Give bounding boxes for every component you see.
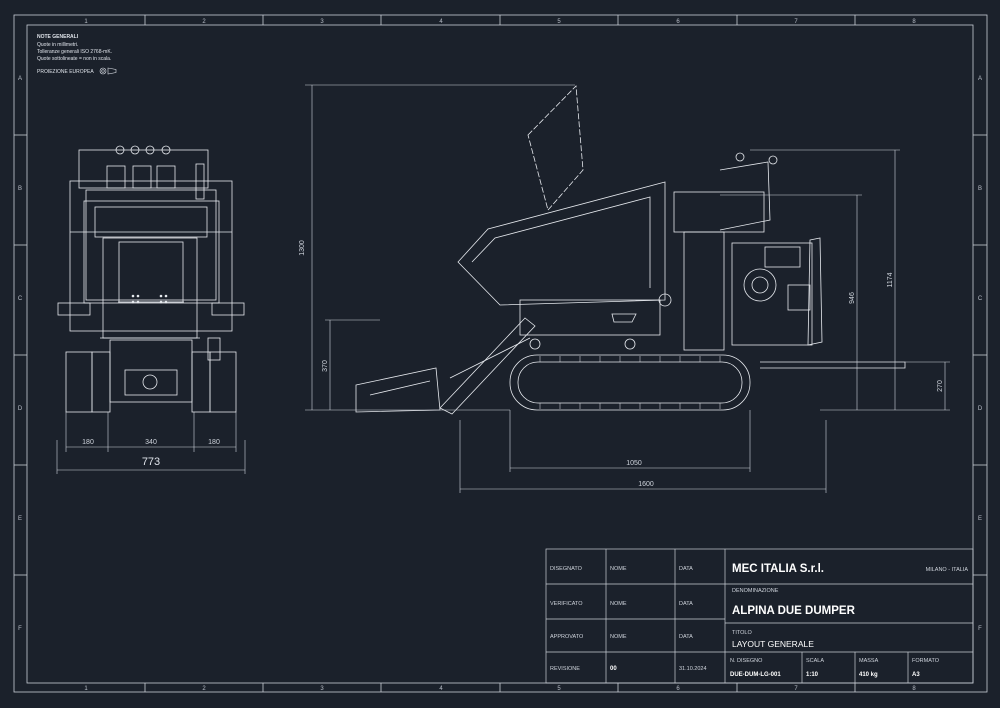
grid-column-label: 2 [202, 686, 206, 692]
grid-row-label: F [18, 626, 22, 632]
dim-total-length: 1600 [638, 481, 654, 488]
grid-row-label: E [978, 516, 982, 522]
grid-row-label: A [978, 76, 982, 82]
grid-labels: 1 1 2 2 3 3 4 4 5 5 6 6 7 7 8 8 A A B B C C D D E E F F [18, 19, 983, 692]
dim-front-right: 180 [208, 439, 220, 446]
format-value: A3 [912, 672, 920, 678]
projection-label: PROIEZIONE EUROPEA [37, 69, 94, 75]
disegnato-data: DATA [679, 566, 693, 572]
notes-line: Quote in millimetri. [37, 42, 78, 48]
dim-front-total: 773 [142, 456, 160, 468]
sheet-frame [13, 14, 988, 693]
revisione-value: 00 [610, 666, 617, 672]
technical-drawing: 1 1 2 2 3 3 4 4 5 5 6 6 7 7 8 8 A A B B C C D D E E F F NOTE GENERA… [13, 14, 988, 693]
titolo-label: TITOLO [732, 630, 752, 636]
track-lugs [539, 356, 721, 409]
grid-row-label: E [18, 516, 22, 522]
projection-symbol-icon [99, 67, 117, 75]
general-notes: NOTE GENERALI Quote in millimetri. Tolle… [37, 34, 117, 75]
company-location: MILANO - ITALIA [926, 567, 969, 573]
grid-column-label: 7 [794, 686, 798, 692]
dim-height-handle: 946 [849, 292, 856, 304]
revisione-label: REVISIONE [550, 666, 580, 672]
grid-column-label: 8 [912, 19, 916, 25]
drawing-title: LAYOUT GENERALE [732, 639, 814, 649]
grid-column-label: 2 [202, 19, 206, 25]
verificato-nome: NOME [610, 601, 627, 607]
n-disegno-label: N. DISEGNO [730, 658, 763, 664]
denominazione-label: DENOMINAZIONE [732, 588, 779, 594]
drawing-number: DUE-DUM-LG-001 [730, 672, 781, 678]
revisione-date: 31.10.2024 [679, 666, 707, 672]
approvato-nome: NOME [610, 634, 627, 640]
company-name: MEC ITALIA S.r.l. [732, 563, 824, 575]
grid-column-label: 5 [557, 19, 561, 25]
mass-value: 410 kg [859, 672, 878, 678]
scale-value: 1:10 [806, 672, 819, 678]
grid-row-label: D [978, 406, 983, 412]
approvato-label: APPROVATO [550, 634, 584, 640]
grid-column-label: 1 [84, 686, 88, 692]
side-dimension-lines [305, 84, 950, 493]
verificato-data: DATA [679, 601, 693, 607]
grid-column-label: 6 [676, 686, 680, 692]
disegnato-label: DISEGNATO [550, 566, 583, 572]
grid-column-label: 3 [320, 19, 324, 25]
grid-row-label: B [978, 186, 982, 192]
verificato-label: VERIFICATO [550, 601, 583, 607]
dim-track-length: 1050 [626, 460, 642, 467]
grid-row-label: C [978, 296, 983, 302]
grid-column-label: 8 [912, 686, 916, 692]
side-view [355, 85, 906, 415]
grid-row-label: F [978, 626, 982, 632]
notes-line: Tolleranze generali ISO 2768-mK. [37, 49, 112, 55]
drawing-sheet: 1 1 2 2 3 3 4 4 5 5 6 6 7 7 8 8 A A B B C C D D E E F F NOTE GENERA… [0, 0, 1000, 708]
dim-height-engine: 1174 [887, 272, 894, 287]
grid-row-label: B [18, 186, 22, 192]
dim-height-platform: 270 [937, 380, 944, 392]
grid-column-label: 4 [439, 19, 443, 25]
grid-column-label: 3 [320, 686, 324, 692]
massa-label: MASSA [859, 658, 879, 664]
notes-line: Quote sottolineate = non in scala. [37, 56, 111, 62]
dim-front-center: 340 [145, 439, 157, 446]
notes-title: NOTE GENERALI [37, 34, 79, 40]
grid-row-label: A [18, 76, 22, 82]
scala-label: SCALA [806, 658, 824, 664]
grid-column-label: 1 [84, 19, 88, 25]
dim-height-bucket: 370 [322, 360, 329, 372]
title-block: DISEGNATO NOME DATA VERIFICATO NOME DATA… [550, 563, 968, 678]
front-view [57, 145, 245, 413]
grid-column-label: 7 [794, 19, 798, 25]
formato-label: FORMATO [912, 658, 940, 664]
grid-column-label: 5 [557, 686, 561, 692]
grid-row-label: C [18, 296, 23, 302]
grid-column-label: 4 [439, 686, 443, 692]
approvato-data: DATA [679, 634, 693, 640]
grid-row-label: D [18, 406, 23, 412]
grid-column-label: 6 [676, 19, 680, 25]
product-name: ALPINA DUE DUMPER [732, 605, 856, 617]
dim-height-total: 1300 [299, 240, 306, 256]
dim-front-left: 180 [82, 439, 94, 446]
disegnato-nome: NOME [610, 566, 627, 572]
